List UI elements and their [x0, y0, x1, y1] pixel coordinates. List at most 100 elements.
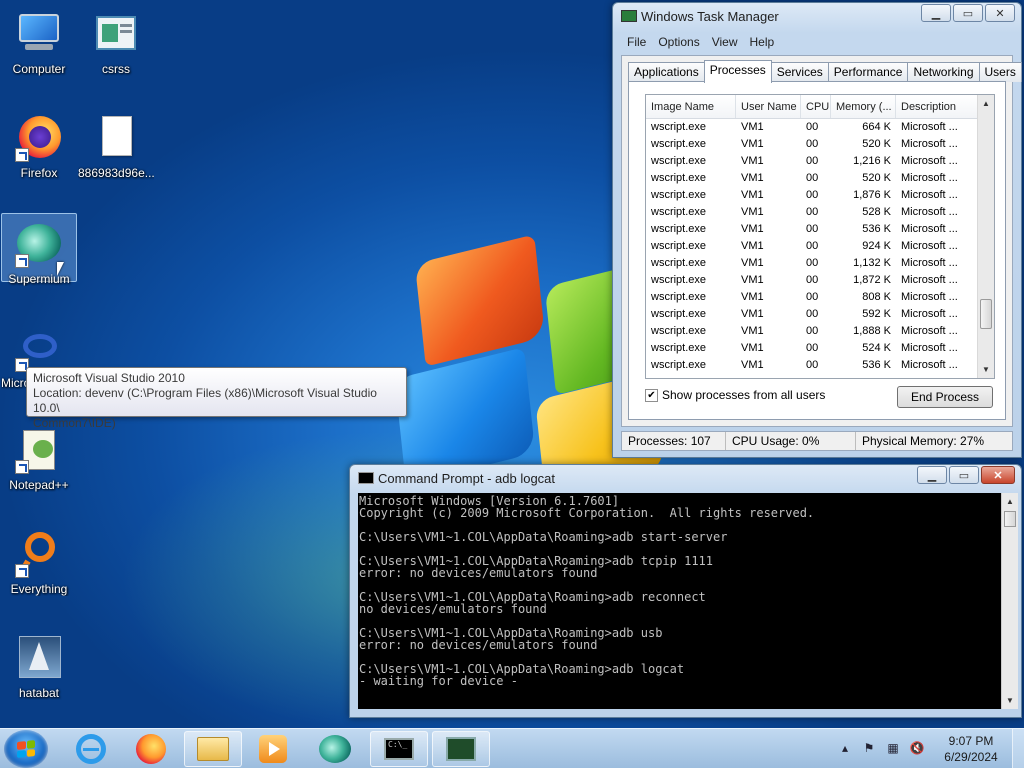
scroll-down-icon[interactable]: ▼: [1002, 692, 1018, 709]
taskbar-task-manager[interactable]: [432, 731, 490, 767]
process-row[interactable]: wscript.exe VM1 00 520 K Microsoft ...: [646, 170, 994, 187]
desktop-icon-supermium[interactable]: Supermium: [1, 213, 77, 286]
scrollbar-thumb[interactable]: [1004, 511, 1016, 527]
close-button[interactable]: ✕: [981, 466, 1015, 484]
process-row[interactable]: wscript.exe VM1 00 1,888 K Microsoft ...: [646, 323, 994, 340]
process-memory: 520 K: [862, 172, 891, 184]
scrollbar-thumb[interactable]: [980, 299, 992, 329]
taskbar-windows-explorer[interactable]: [184, 731, 242, 767]
process-row[interactable]: wscript.exe VM1 00 924 K Microsoft ...: [646, 238, 994, 255]
menu-file[interactable]: File: [627, 35, 646, 49]
desktop-icon-csrss[interactable]: csrss: [78, 4, 154, 76]
process-list-header: Image Name User Name CPU Memory (... Des…: [646, 95, 994, 119]
checkbox-checked-icon[interactable]: ✔: [645, 388, 658, 402]
task-manager-titlebar[interactable]: Windows Task Manager ▁ ▭ ✕: [613, 3, 1021, 31]
tab-networking[interactable]: Networking: [907, 62, 980, 82]
process-row[interactable]: wscript.exe VM1 00 536 K Microsoft ...: [646, 221, 994, 238]
column-user-name[interactable]: User Name: [736, 95, 801, 118]
menu-help[interactable]: Help: [750, 35, 775, 49]
process-row[interactable]: wscript.exe VM1 00 528 K Microsoft ...: [646, 204, 994, 221]
menu-view[interactable]: View: [712, 35, 738, 49]
process-row[interactable]: wscript.exe VM1 00 1,876 K Microsoft ...: [646, 187, 994, 204]
show-hidden-icons-icon[interactable]: ▴: [836, 741, 854, 757]
tab-applications[interactable]: Applications: [628, 62, 705, 82]
command-prompt-titlebar[interactable]: Command Prompt - adb logcat ▁ ▭ ✕: [350, 465, 1021, 493]
status-processes: Processes: 107: [622, 432, 726, 450]
shortcut-arrow-icon: [15, 460, 29, 474]
scroll-down-icon[interactable]: ▼: [978, 361, 994, 378]
process-user-name: VM1: [741, 359, 764, 371]
show-desktop-button[interactable]: [1012, 729, 1024, 768]
process-row[interactable]: wscript.exe VM1 00 524 K Microsoft ...: [646, 340, 994, 357]
tab-processes[interactable]: Processes: [703, 60, 772, 83]
end-process-button[interactable]: End Process: [897, 386, 993, 408]
blank-file-icon: [92, 114, 140, 162]
volume-muted-icon[interactable]: 🔇: [908, 741, 926, 757]
command-prompt-icon: C:\_: [384, 738, 414, 760]
process-row[interactable]: wscript.exe VM1 00 520 K Microsoft ...: [646, 136, 994, 153]
process-description: Microsoft ...: [901, 359, 958, 371]
process-user-name: VM1: [741, 189, 764, 201]
shortcut-arrow-icon: [15, 564, 29, 578]
process-memory: 924 K: [862, 240, 891, 252]
desktop-icon-everything[interactable]: Everything: [1, 524, 77, 596]
tab-services[interactable]: Services: [770, 62, 829, 82]
console-scrollbar[interactable]: ▲ ▼: [1001, 493, 1018, 709]
process-memory: 536 K: [862, 359, 891, 371]
column-image-name[interactable]: Image Name: [646, 95, 736, 118]
maximize-button[interactable]: ▭: [949, 466, 979, 484]
taskbar-firefox[interactable]: [122, 731, 180, 767]
command-prompt-window[interactable]: Command Prompt - adb logcat ▁ ▭ ✕ Micros…: [349, 464, 1022, 718]
taskbar-internet-explorer[interactable]: [62, 731, 120, 767]
process-list[interactable]: Image Name User Name CPU Memory (... Des…: [645, 94, 995, 379]
process-row[interactable]: wscript.exe VM1 00 808 K Microsoft ...: [646, 289, 994, 306]
taskbar-supermium[interactable]: [306, 731, 364, 767]
process-image-name: wscript.exe: [651, 172, 707, 184]
maximize-button[interactable]: ▭: [953, 4, 983, 22]
process-row[interactable]: wscript.exe VM1 00 1,216 K Microsoft ...: [646, 153, 994, 170]
minimize-button[interactable]: ▁: [921, 4, 951, 22]
desktop-icon-file[interactable]: 886983d96e...: [78, 108, 154, 180]
process-memory: 520 K: [862, 138, 891, 150]
process-row[interactable]: wscript.exe VM1 00 664 K Microsoft ...: [646, 119, 994, 136]
process-cpu: 00: [806, 138, 819, 150]
column-description[interactable]: Description: [896, 95, 982, 118]
task-manager-window[interactable]: Windows Task Manager ▁ ▭ ✕ File Options …: [612, 2, 1022, 458]
tab-users[interactable]: Users: [978, 62, 1022, 82]
process-description: Microsoft ...: [901, 206, 958, 218]
network-icon[interactable]: ▦: [884, 741, 902, 757]
scroll-up-icon[interactable]: ▲: [978, 95, 994, 112]
tab-performance[interactable]: Performance: [827, 62, 909, 82]
desktop-icon-computer[interactable]: Computer: [1, 4, 77, 76]
console-output[interactable]: Microsoft Windows [Version 6.1.7601] Copy…: [358, 493, 1001, 709]
process-row[interactable]: wscript.exe VM1 00 1,132 K Microsoft ...: [646, 255, 994, 272]
process-description: Microsoft ...: [901, 240, 958, 252]
desktop-icon-label: Firefox: [20, 166, 58, 180]
visual-studio-tooltip: Microsoft Visual Studio 2010 Location: d…: [26, 367, 407, 430]
start-button[interactable]: [4, 730, 48, 768]
process-image-name: wscript.exe: [651, 257, 707, 269]
column-cpu[interactable]: CPU: [801, 95, 831, 118]
taskbar: C:\_ ▴ ⚑ ▦ 🔇 9:07 PM 6/29/2024: [0, 728, 1024, 768]
minimize-button[interactable]: ▁: [917, 466, 947, 484]
menu-options[interactable]: Options: [658, 35, 699, 49]
process-row[interactable]: wscript.exe VM1 00 592 K Microsoft ...: [646, 306, 994, 323]
clock[interactable]: 9:07 PM 6/29/2024: [936, 733, 1006, 765]
process-memory: 1,876 K: [853, 189, 891, 201]
action-center-flag-icon[interactable]: ⚑: [860, 741, 878, 757]
process-row[interactable]: wscript.exe VM1 00 1,872 K Microsoft ...: [646, 272, 994, 289]
taskbar-media-player[interactable]: [244, 731, 302, 767]
process-user-name: VM1: [741, 172, 764, 184]
desktop-icon-firefox[interactable]: Firefox: [1, 108, 77, 180]
process-row[interactable]: wscript.exe VM1 00 536 K Microsoft ...: [646, 357, 994, 374]
scroll-up-icon[interactable]: ▲: [1002, 493, 1018, 510]
process-list-scrollbar[interactable]: ▲ ▼: [977, 95, 994, 378]
close-button[interactable]: ✕: [985, 4, 1015, 22]
process-image-name: wscript.exe: [651, 240, 707, 252]
desktop-icon-hatabat[interactable]: hatabat: [1, 628, 77, 700]
process-memory: 664 K: [862, 121, 891, 133]
taskbar-command-prompt[interactable]: C:\_: [370, 731, 428, 767]
column-memory[interactable]: Memory (...: [831, 95, 896, 118]
process-user-name: VM1: [741, 291, 764, 303]
show-all-users-checkbox[interactable]: ✔ Show processes from all users: [645, 388, 825, 402]
